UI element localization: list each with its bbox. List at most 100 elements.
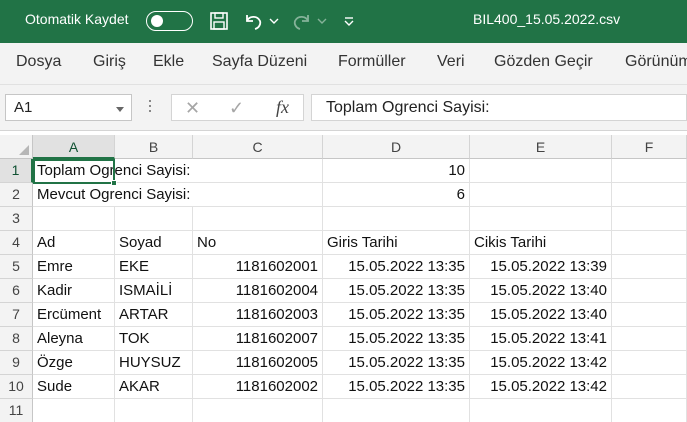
autosave-toggle[interactable] [146, 11, 193, 31]
tab-gorunum[interactable]: Görünüm [625, 53, 687, 71]
table-cell-ad[interactable]: Ercüment [33, 303, 115, 327]
row-header-8[interactable]: 8 [0, 327, 33, 351]
tab-veri[interactable]: Veri [437, 53, 465, 71]
cell-d11[interactable] [323, 399, 470, 422]
table-cell-giris[interactable]: 15.05.2022 13:35 [323, 303, 470, 327]
table-cell-cikis[interactable]: 15.05.2022 13:40 [470, 279, 612, 303]
cell-d2[interactable]: 6 [323, 183, 470, 207]
row-header-6[interactable]: 6 [0, 279, 33, 303]
table-cell-ad[interactable]: Emre [33, 255, 115, 279]
table-cell-ad[interactable]: Kadir [33, 279, 115, 303]
cell-e2[interactable] [470, 183, 612, 207]
table-cell-no[interactable]: 1181602005 [193, 351, 323, 375]
cell-c3[interactable] [193, 207, 323, 231]
cell-d3[interactable] [323, 207, 470, 231]
cell-f11[interactable] [612, 399, 687, 422]
cell-c4[interactable]: No [193, 231, 323, 255]
row-header-10[interactable]: 10 [0, 375, 33, 399]
column-header-b[interactable]: B [115, 135, 193, 159]
undo-icon[interactable] [241, 9, 265, 33]
tab-formuller[interactable]: Formüller [338, 53, 406, 71]
column-header-c[interactable]: C [193, 135, 323, 159]
table-cell-soyad[interactable]: TOK [115, 327, 193, 351]
cell-e1[interactable] [470, 159, 612, 183]
insert-function-icon[interactable]: fx [276, 97, 289, 118]
cell-a1[interactable]: Toplam Ogrenci Sayisi: [33, 159, 193, 183]
table-cell-soyad[interactable]: ARTAR [115, 303, 193, 327]
cell-f10[interactable] [612, 375, 687, 399]
select-all-button[interactable] [0, 135, 33, 159]
table-cell-giris[interactable]: 15.05.2022 13:35 [323, 255, 470, 279]
cell-a2[interactable]: Mevcut Ogrenci Sayisi: [33, 183, 193, 207]
table-cell-ad[interactable]: Özge [33, 351, 115, 375]
cell-f3[interactable] [612, 207, 687, 231]
column-header-e[interactable]: E [470, 135, 612, 159]
save-icon[interactable] [207, 9, 231, 33]
cell-e11[interactable] [470, 399, 612, 422]
cell-e3[interactable] [470, 207, 612, 231]
table-cell-giris[interactable]: 15.05.2022 13:35 [323, 351, 470, 375]
enter-icon[interactable]: ✓ [229, 98, 244, 119]
column-header-a[interactable]: A [33, 135, 115, 159]
table-cell-cikis[interactable]: 15.05.2022 13:42 [470, 351, 612, 375]
cell-a3[interactable] [33, 207, 115, 231]
cell-f2[interactable] [612, 183, 687, 207]
customize-quick-access-icon[interactable] [342, 9, 356, 33]
redo-dropdown-icon[interactable] [316, 9, 328, 33]
cell-f5[interactable] [612, 255, 687, 279]
table-cell-soyad[interactable]: EKE [115, 255, 193, 279]
name-box-dropdown-icon[interactable] [116, 107, 124, 112]
table-cell-cikis[interactable]: 15.05.2022 13:42 [470, 375, 612, 399]
cell-f8[interactable] [612, 327, 687, 351]
cell-d1[interactable]: 10 [323, 159, 470, 183]
cell-b11[interactable] [115, 399, 193, 422]
cell-e4[interactable]: Cikis Tarihi [470, 231, 612, 255]
row-header-7[interactable]: 7 [0, 303, 33, 327]
column-header-f[interactable]: F [612, 135, 687, 159]
cell-b3[interactable] [115, 207, 193, 231]
table-cell-no[interactable]: 1181602004 [193, 279, 323, 303]
formula-input[interactable]: Toplam Ogrenci Sayisi: [311, 94, 687, 121]
tab-sayfa-duzeni[interactable]: Sayfa Düzeni [212, 53, 307, 71]
cell-a4[interactable]: Ad [33, 231, 115, 255]
cell-c2[interactable] [193, 183, 323, 207]
table-cell-giris[interactable]: 15.05.2022 13:35 [323, 279, 470, 303]
cell-c11[interactable] [193, 399, 323, 422]
name-box[interactable]: A1 [5, 94, 132, 121]
table-cell-ad[interactable]: Aleyna [33, 327, 115, 351]
table-cell-soyad[interactable]: HUYSUZ [115, 351, 193, 375]
row-header-3[interactable]: 3 [0, 207, 33, 231]
cell-a11[interactable] [33, 399, 115, 422]
table-cell-soyad[interactable]: AKAR [115, 375, 193, 399]
table-cell-no[interactable]: 1181602007 [193, 327, 323, 351]
tab-gozden-gecir[interactable]: Gözden Geçir [494, 53, 593, 71]
cell-f1[interactable] [612, 159, 687, 183]
cell-f6[interactable] [612, 279, 687, 303]
table-cell-cikis[interactable]: 15.05.2022 13:39 [470, 255, 612, 279]
row-header-1[interactable]: 1 [0, 159, 33, 183]
undo-dropdown-icon[interactable] [268, 9, 280, 33]
tab-ekle[interactable]: Ekle [153, 53, 184, 71]
row-header-9[interactable]: 9 [0, 351, 33, 375]
row-header-2[interactable]: 2 [0, 183, 33, 207]
redo-icon[interactable] [290, 9, 314, 33]
row-header-11[interactable]: 11 [0, 399, 33, 422]
tab-giris[interactable]: Giriş [93, 53, 126, 71]
formula-bar-grip-icon[interactable] [148, 100, 152, 116]
table-cell-giris[interactable]: 15.05.2022 13:35 [323, 375, 470, 399]
table-cell-cikis[interactable]: 15.05.2022 13:41 [470, 327, 612, 351]
tab-dosya[interactable]: Dosya [16, 53, 61, 71]
cell-f7[interactable] [612, 303, 687, 327]
table-cell-ad[interactable]: Sude [33, 375, 115, 399]
table-cell-no[interactable]: 1181602001 [193, 255, 323, 279]
table-cell-no[interactable]: 1181602003 [193, 303, 323, 327]
row-header-5[interactable]: 5 [0, 255, 33, 279]
column-header-d[interactable]: D [323, 135, 470, 159]
cancel-icon[interactable]: ✕ [185, 98, 200, 119]
table-cell-soyad[interactable]: ISMAİLİ [115, 279, 193, 303]
table-cell-no[interactable]: 1181602002 [193, 375, 323, 399]
table-cell-giris[interactable]: 15.05.2022 13:35 [323, 327, 470, 351]
table-cell-cikis[interactable]: 15.05.2022 13:40 [470, 303, 612, 327]
cell-b4[interactable]: Soyad [115, 231, 193, 255]
cell-f4[interactable] [612, 231, 687, 255]
